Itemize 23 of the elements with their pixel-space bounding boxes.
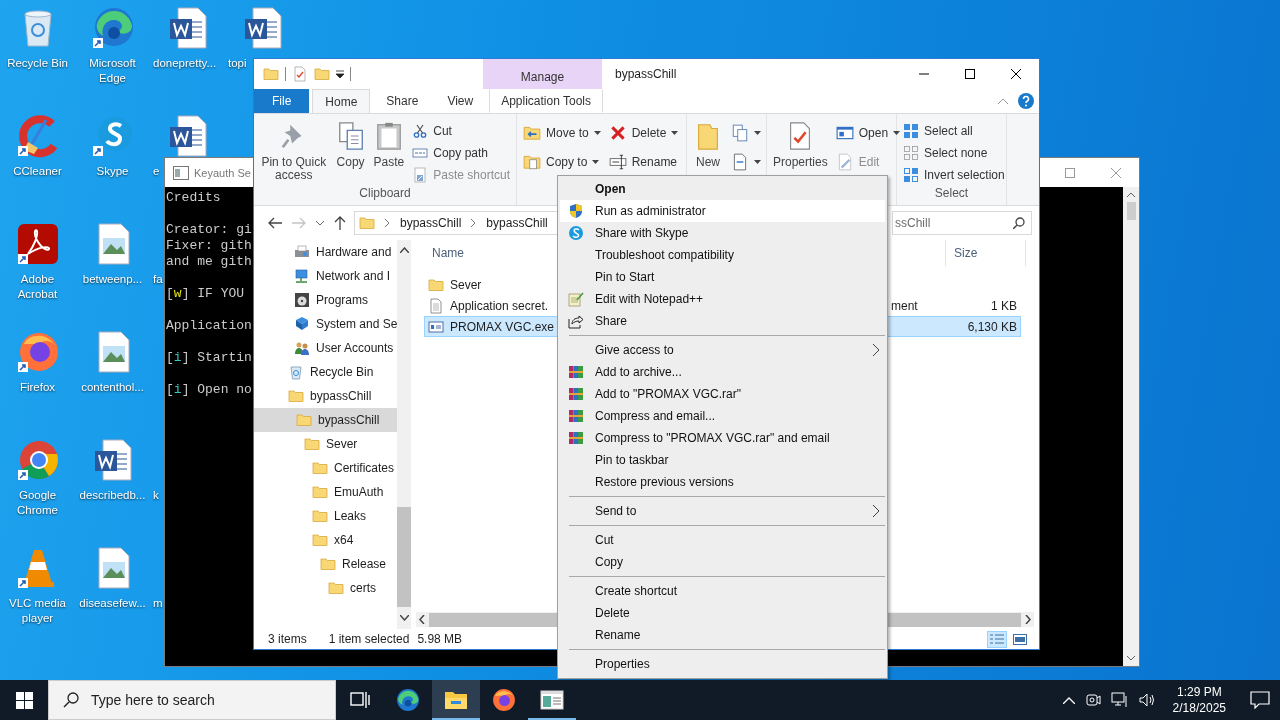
selection-size: 5.98 MB	[417, 632, 463, 646]
window-title: Keyauth Se	[194, 166, 251, 179]
file-type: ment	[891, 298, 918, 313]
file-size: 1 KB	[991, 298, 1017, 313]
console-line: [i] Startin	[166, 350, 252, 366]
group-label: Select	[934, 185, 969, 202]
file-name: Application secret.	[450, 298, 549, 313]
console-line: Fixer: gith	[166, 238, 252, 254]
console-line: Credits	[166, 190, 221, 206]
item-count: 3 items	[268, 632, 307, 646]
console-line: [i] Open no	[166, 382, 252, 398]
console-line: and me gith	[166, 254, 252, 270]
file-size: 6,130 KB	[967, 319, 1017, 334]
console-line: [w] IF YOU	[166, 286, 245, 302]
console-line: Creator: gi	[166, 222, 252, 238]
console-line: Application	[166, 318, 252, 334]
selection-status: 1 item selected	[328, 632, 410, 646]
clock-date: 2/18/2025	[1172, 700, 1226, 716]
window-title: bypassChill	[614, 66, 677, 83]
file-name: PROMAX VGC.exe	[450, 319, 555, 334]
clock-time: 1:29 PM	[1176, 684, 1222, 700]
group-label: Clipboard	[359, 185, 411, 202]
file-name: Sever	[450, 277, 482, 292]
